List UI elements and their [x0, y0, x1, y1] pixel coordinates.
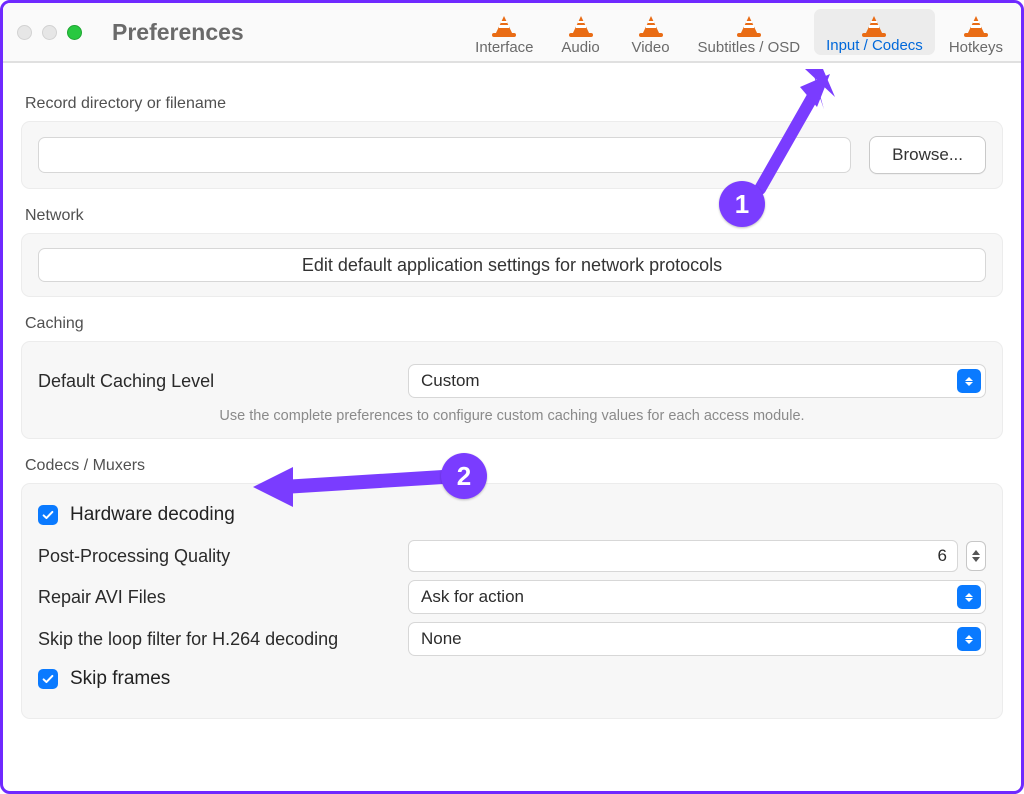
caching-level-select[interactable]: Custom [408, 364, 986, 398]
tab-subtitles-osd[interactable]: Subtitles / OSD [686, 3, 813, 61]
cone-icon [490, 11, 518, 39]
tab-interface[interactable]: Interface [463, 3, 545, 61]
chevron-updown-icon [957, 369, 981, 393]
select-value: None [421, 629, 462, 649]
section-label-codecs: Codecs / Muxers [25, 457, 999, 475]
tab-label: Audio [561, 39, 599, 56]
network-panel: Edit default application settings for ne… [21, 233, 1003, 297]
preferences-window: Preferences Interface Audio Video Subtit… [0, 0, 1024, 794]
tab-label: Interface [475, 39, 533, 56]
cone-icon [567, 11, 595, 39]
repair-avi-label: Repair AVI Files [38, 587, 408, 608]
titlebar: Preferences Interface Audio Video Subtit… [3, 3, 1021, 63]
postproc-label: Post-Processing Quality [38, 546, 408, 567]
caching-panel: Default Caching Level Custom Use the com… [21, 341, 1003, 439]
caching-level-label: Default Caching Level [38, 371, 408, 392]
section-label-caching: Caching [25, 315, 999, 333]
tab-video[interactable]: Video [616, 3, 686, 61]
annotation-badge-2: 2 [441, 453, 487, 499]
checkbox-checked-icon [38, 505, 58, 525]
tab-hotkeys[interactable]: Hotkeys [937, 3, 1015, 61]
codecs-panel: Hardware decoding Post-Processing Qualit… [21, 483, 1003, 719]
window-minimize-button[interactable] [42, 25, 57, 40]
annotation-badge-1: 1 [719, 181, 765, 227]
cone-icon [637, 11, 665, 39]
content-area: Record directory or filename Browse... N… [3, 63, 1021, 791]
record-panel: Browse... [21, 121, 1003, 189]
skiploop-label: Skip the loop filter for H.264 decoding [38, 629, 408, 650]
hardware-decoding-checkbox-row[interactable]: Hardware decoding [38, 504, 986, 526]
cone-icon [860, 13, 888, 37]
section-label-network: Network [25, 207, 999, 225]
cone-icon [735, 11, 763, 39]
chevron-updown-icon [957, 585, 981, 609]
skiploop-select[interactable]: None [408, 622, 986, 656]
window-close-button[interactable] [17, 25, 32, 40]
browse-button[interactable]: Browse... [869, 136, 986, 174]
preferences-tabs: Interface Audio Video Subtitles / OSD In… [463, 3, 1015, 61]
tab-input-codecs[interactable]: Input / Codecs [814, 9, 935, 55]
tab-label: Subtitles / OSD [698, 39, 801, 56]
chevron-updown-icon [957, 627, 981, 651]
window-zoom-button[interactable] [67, 25, 82, 40]
tab-label: Video [631, 39, 669, 56]
window-controls [17, 25, 82, 40]
cone-icon [962, 11, 990, 39]
chevron-up-icon [967, 550, 985, 555]
tab-label: Hotkeys [949, 39, 1003, 56]
postproc-value-input[interactable]: 6 [408, 540, 958, 572]
repair-avi-select[interactable]: Ask for action [408, 580, 986, 614]
window-title: Preferences [112, 19, 244, 46]
select-value: Ask for action [421, 587, 524, 607]
network-settings-button[interactable]: Edit default application settings for ne… [38, 248, 986, 282]
select-value: Custom [421, 371, 480, 391]
checkbox-checked-icon [38, 669, 58, 689]
record-path-input[interactable] [38, 137, 851, 173]
chevron-down-icon [967, 557, 985, 562]
postproc-stepper[interactable] [966, 541, 986, 571]
caching-hint: Use the complete preferences to configur… [38, 408, 986, 424]
hardware-decoding-label: Hardware decoding [70, 504, 235, 526]
section-label-record: Record directory or filename [25, 95, 999, 113]
skip-frames-label: Skip frames [70, 668, 170, 690]
skip-frames-checkbox-row[interactable]: Skip frames [38, 668, 986, 690]
tab-audio[interactable]: Audio [546, 3, 616, 61]
tab-label: Input / Codecs [826, 37, 923, 54]
